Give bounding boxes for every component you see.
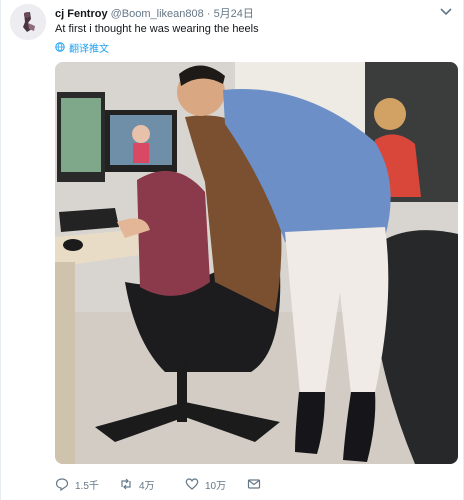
globe-icon <box>55 42 65 52</box>
reply-button[interactable]: 1.5千 <box>55 474 99 494</box>
display-name[interactable]: cj Fentroy <box>55 8 108 20</box>
retweet-count: 4万 <box>139 480 155 492</box>
heart-icon <box>185 478 199 490</box>
envelope-icon <box>247 479 261 489</box>
tweet-header: cj Fentroy @Boom_likean808 · 5月24日 <box>55 5 433 21</box>
user-handle[interactable]: @Boom_likean808 <box>111 8 204 20</box>
reply-count: 1.5千 <box>75 480 99 492</box>
translate-tweet-link[interactable]: 翻译推文 <box>55 40 109 55</box>
tweet-photo[interactable] <box>55 62 458 464</box>
reply-icon <box>55 478 69 491</box>
tweet-text: At first i thought he was wearing the he… <box>55 23 259 35</box>
avatar[interactable] <box>10 4 46 40</box>
chevron-down-icon[interactable] <box>439 6 453 18</box>
tweet-card: cj Fentroy @Boom_likean808 · 5月24日 At fi… <box>0 0 464 500</box>
tweet-date[interactable]: 5月24日 <box>214 8 254 20</box>
like-button[interactable]: 10万 <box>185 474 226 494</box>
avatar-image <box>10 4 46 40</box>
retweet-icon <box>121 478 131 490</box>
tweet-actions: 1.5千 4万 10万 <box>55 474 455 494</box>
separator-dot: · <box>206 8 211 20</box>
direct-message-button[interactable] <box>247 474 261 494</box>
retweet-button[interactable]: 4万 <box>119 474 155 494</box>
translate-label: 翻译推文 <box>69 43 109 55</box>
like-count: 10万 <box>205 480 227 492</box>
office-photo <box>55 62 458 464</box>
